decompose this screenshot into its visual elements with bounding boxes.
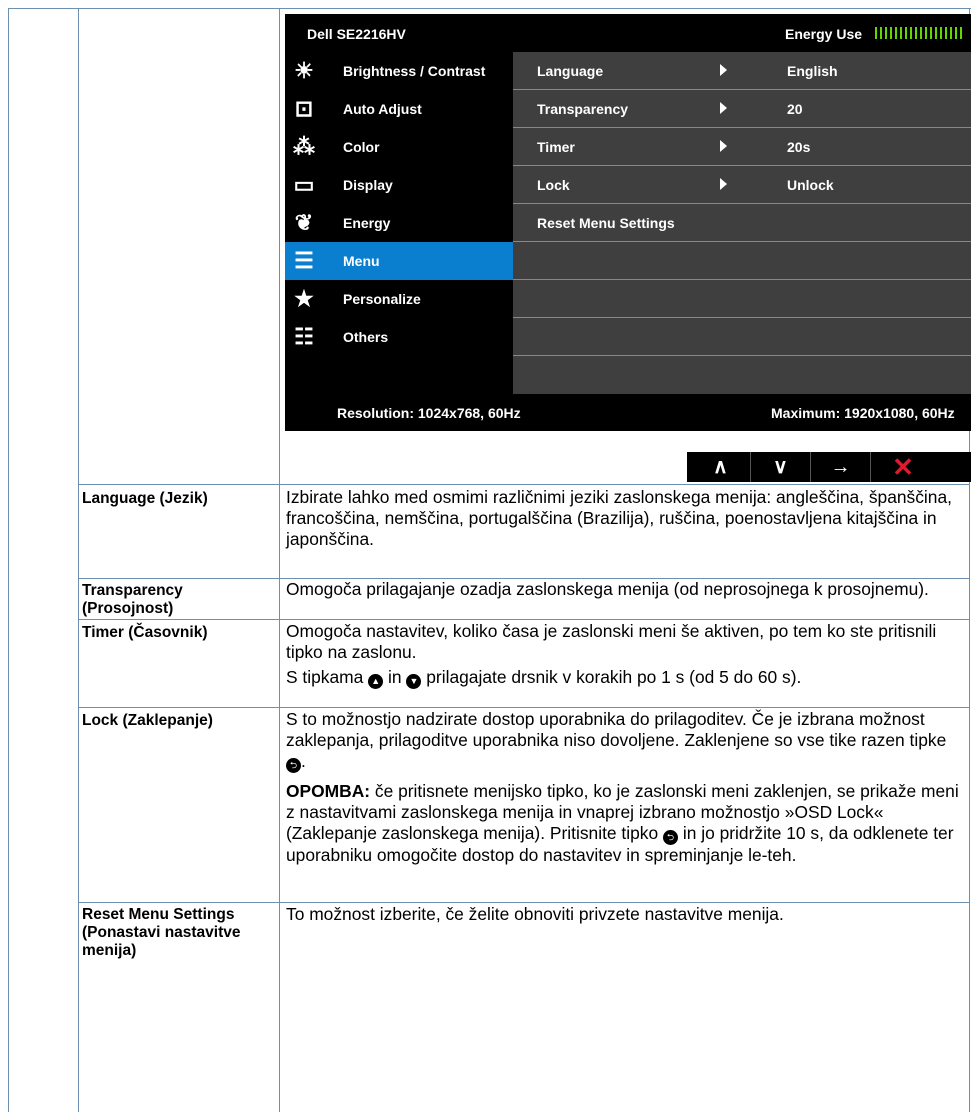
- exit-button[interactable]: ✕: [873, 452, 933, 482]
- osd-header: Dell SE2216HV Energy Use: [285, 14, 971, 52]
- setting-name: Reset Menu Settings: [537, 215, 675, 231]
- row-desc-reset-menu: To možnost izberite, če želite obnoviti …: [286, 904, 784, 924]
- osd-setting-language[interactable]: Language English: [513, 52, 971, 90]
- down-button[interactable]: ∨: [751, 452, 811, 482]
- setting-name: Timer: [537, 139, 575, 155]
- enter-button[interactable]: →: [811, 452, 871, 482]
- energy-meter: [875, 27, 965, 39]
- osd-item-auto-adjust[interactable]: ⊡ Auto Adjust: [285, 90, 513, 128]
- up-button-icon: ▲: [368, 674, 384, 689]
- osd-item-brightness-contrast[interactable]: ☀ Brightness / Contrast: [285, 52, 513, 90]
- display-icon: ▭: [293, 172, 315, 197]
- brightness-icon: ☀: [294, 58, 314, 83]
- arrow-right-icon: [720, 178, 727, 190]
- timer-text-b: in: [388, 667, 402, 687]
- table-top-border: [8, 8, 971, 9]
- osd-footer: Resolution: 1024x768, 60Hz Maximum: 1920…: [285, 394, 971, 431]
- table-border-col2: [279, 8, 280, 1112]
- osd-item-personalize[interactable]: ★ Personalize: [285, 280, 513, 318]
- osd-main-menu: ☀ Brightness / Contrast ⊡ Auto Adjust ⁂ …: [285, 52, 513, 364]
- setting-name: Language: [537, 63, 604, 79]
- lock-note: OPOMBA: če pritisnete menijsko tipko, ko…: [286, 781, 966, 866]
- lock-text-a: S to možnostjo nadzirate dostop uporabni…: [286, 709, 947, 750]
- osd-item-display[interactable]: ▭ Display: [285, 166, 513, 204]
- osd-item-energy[interactable]: ❦ Energy: [285, 204, 513, 242]
- osd-monitor-title: Dell SE2216HV: [307, 26, 406, 42]
- row-desc-language: Izbirate lahko med osmimi različnimi jez…: [286, 487, 952, 549]
- osd-navigation-buttons: ∧ ∨ → ✕: [687, 452, 971, 482]
- row-desc-timer: Omogoča nastavitev, koliko časa je zaslo…: [286, 621, 966, 689]
- row-divider: [78, 619, 970, 620]
- menu-icon: ☰: [294, 248, 314, 273]
- setting-value: English: [787, 63, 838, 79]
- setting-value: 20: [787, 101, 803, 117]
- table-border-col1: [78, 8, 79, 1112]
- row-divider: [78, 707, 970, 708]
- down-button-icon: ▼: [406, 674, 422, 689]
- arrow-right-icon: [720, 64, 727, 76]
- up-button[interactable]: ∧: [691, 452, 751, 482]
- color-icon: ⁂: [293, 134, 315, 159]
- osd-item-menu[interactable]: ☰ Menu: [285, 242, 513, 280]
- osd-item-color[interactable]: ⁂ Color: [285, 128, 513, 166]
- row-label-transparency: Transparency (Prosojnost): [82, 582, 183, 617]
- osd-item-label: Menu: [343, 253, 380, 269]
- osd-item-label: Display: [343, 177, 393, 193]
- back-button-icon: ⮌: [286, 758, 301, 773]
- setting-name: Lock: [537, 177, 570, 193]
- osd-item-label: Energy: [343, 215, 391, 231]
- lock-desc-text: S to možnostjo nadzirate dostop uporabni…: [286, 709, 966, 773]
- osd-setting-transparency[interactable]: Transparency 20: [513, 90, 971, 128]
- osd-maximum-resolution: Maximum: 1920x1080, 60Hz: [771, 405, 955, 421]
- others-icon: ☷: [294, 324, 314, 349]
- osd-item-others[interactable]: ☷ Others: [285, 318, 513, 356]
- timer-text-c: prilagajate drsnik v korakih po 1 s (od …: [426, 667, 802, 687]
- osd-submenu: Language English Transparency 20 Timer 2…: [513, 52, 971, 394]
- osd-setting-timer[interactable]: Timer 20s: [513, 128, 971, 166]
- osd-item-label: Color: [343, 139, 380, 155]
- row-label-timer: Timer (Časovnik): [82, 624, 208, 641]
- setting-name: Transparency: [537, 101, 629, 117]
- row-divider: [78, 902, 970, 903]
- osd-empty-row: [513, 242, 971, 280]
- osd-item-label: Auto Adjust: [343, 101, 422, 117]
- star-icon: ★: [294, 286, 314, 311]
- table-border-left: [8, 8, 9, 1112]
- note-label: OPOMBA:: [286, 781, 371, 801]
- back-button-icon: ⮌: [663, 830, 678, 845]
- setting-value: Unlock: [787, 177, 834, 193]
- timer-desc-buttons: S tipkama ▲ in ▼ prilagajate drsnik v ko…: [286, 667, 966, 689]
- arrow-right-icon: [720, 102, 727, 114]
- osd-empty-row: [513, 280, 971, 318]
- osd-item-label: Personalize: [343, 291, 421, 307]
- row-desc-lock: S to možnostjo nadzirate dostop uporabni…: [286, 709, 966, 866]
- setting-value: 20s: [787, 139, 811, 155]
- arrow-right-icon: [720, 140, 727, 152]
- osd-empty-row: [513, 318, 971, 356]
- row-divider: [78, 484, 970, 485]
- osd-menu-screenshot: Dell SE2216HV Energy Use ☀ Brightness / …: [285, 14, 971, 431]
- osd-resolution: Resolution: 1024x768, 60Hz: [337, 405, 521, 421]
- osd-item-label: Brightness / Contrast: [343, 63, 486, 79]
- osd-energy-label: Energy Use: [785, 26, 863, 42]
- osd-setting-lock[interactable]: Lock Unlock: [513, 166, 971, 204]
- row-label-reset-menu: Reset Menu Settings (Ponastavi nastavitv…: [82, 906, 241, 959]
- row-label-lock: Lock (Zaklepanje): [82, 712, 213, 729]
- row-desc-transparency: Omogoča prilagajanje ozadja zaslonskega …: [286, 579, 929, 599]
- osd-item-label: Others: [343, 329, 389, 345]
- timer-text-a: S tipkama: [286, 667, 364, 687]
- lock-text-b: .: [301, 751, 306, 771]
- auto-adjust-icon: ⊡: [294, 96, 314, 121]
- energy-icon: ❦: [294, 210, 314, 235]
- row-label-language: Language (Jezik): [82, 490, 208, 507]
- osd-setting-reset-menu[interactable]: Reset Menu Settings: [513, 204, 971, 242]
- timer-desc-text: Omogoča nastavitev, koliko časa je zaslo…: [286, 621, 937, 662]
